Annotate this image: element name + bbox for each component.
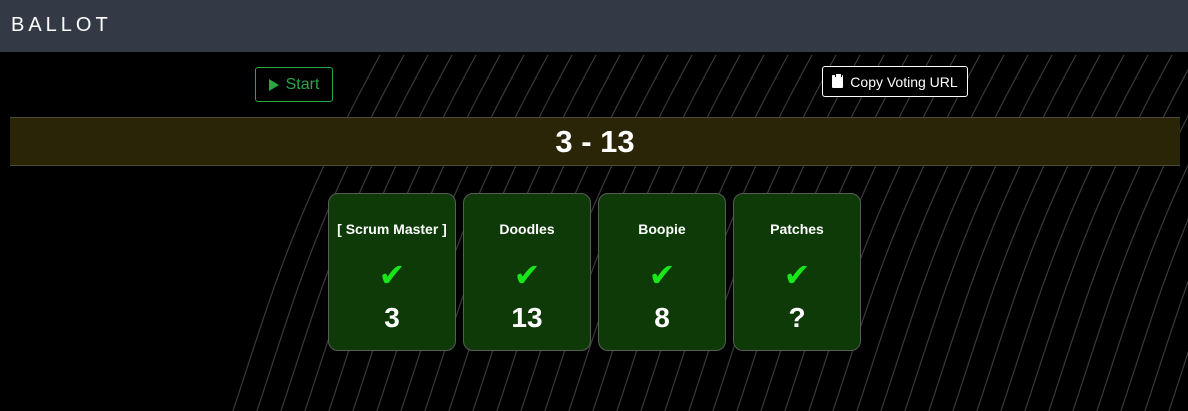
app-header: BALLOT [0,0,1188,52]
vote-result-text: 3 - 13 [555,123,635,159]
check-icon: ✔ [648,256,676,294]
background-line [976,54,1125,411]
voter-vote: 3 [384,302,400,333]
start-label: Start [285,75,320,93]
background-line [1096,163,1188,411]
vote-result-banner: 3 - 13 [10,117,1180,166]
start-button[interactable]: Start [255,67,333,102]
play-icon [268,78,279,91]
copy-label: Copy Voting URL [850,73,958,90]
background-line [928,54,1077,411]
check-icon: ✔ [378,256,406,294]
background-line [1024,54,1173,411]
background-line [1072,114,1188,411]
background-line [904,54,1053,411]
voter-vote: ? [788,302,806,333]
background-line [856,54,1005,411]
voter-name: Boopie [638,221,686,237]
background-line [1120,218,1188,411]
check-icon: ✔ [513,256,541,294]
background-line [1144,280,1188,411]
voter-name: [ Scrum Master ] [337,221,447,237]
background-line [952,54,1101,411]
background-wave-lines [232,54,1188,411]
app-brand[interactable]: BALLOT [11,14,112,37]
copy-voting-url-button[interactable]: Copy Voting URL [822,66,968,97]
voter-card: Boopie ✔ 8 [598,193,726,351]
voter-name: Doodles [499,221,555,237]
background-line [1048,68,1188,411]
voter-vote: 13 [511,302,543,333]
clipboard-icon [832,73,844,88]
voter-card: [ Scrum Master ] ✔ 3 [328,193,456,351]
check-icon: ✔ [783,256,811,294]
voter-card: Doodles ✔ 13 [463,193,591,351]
background-line [880,54,1029,411]
voter-vote: 8 [654,302,670,333]
voter-name: Patches [770,221,824,237]
background-line [1000,54,1149,411]
voter-card: Patches ✔ ? [733,193,861,351]
background-line [1168,350,1188,411]
